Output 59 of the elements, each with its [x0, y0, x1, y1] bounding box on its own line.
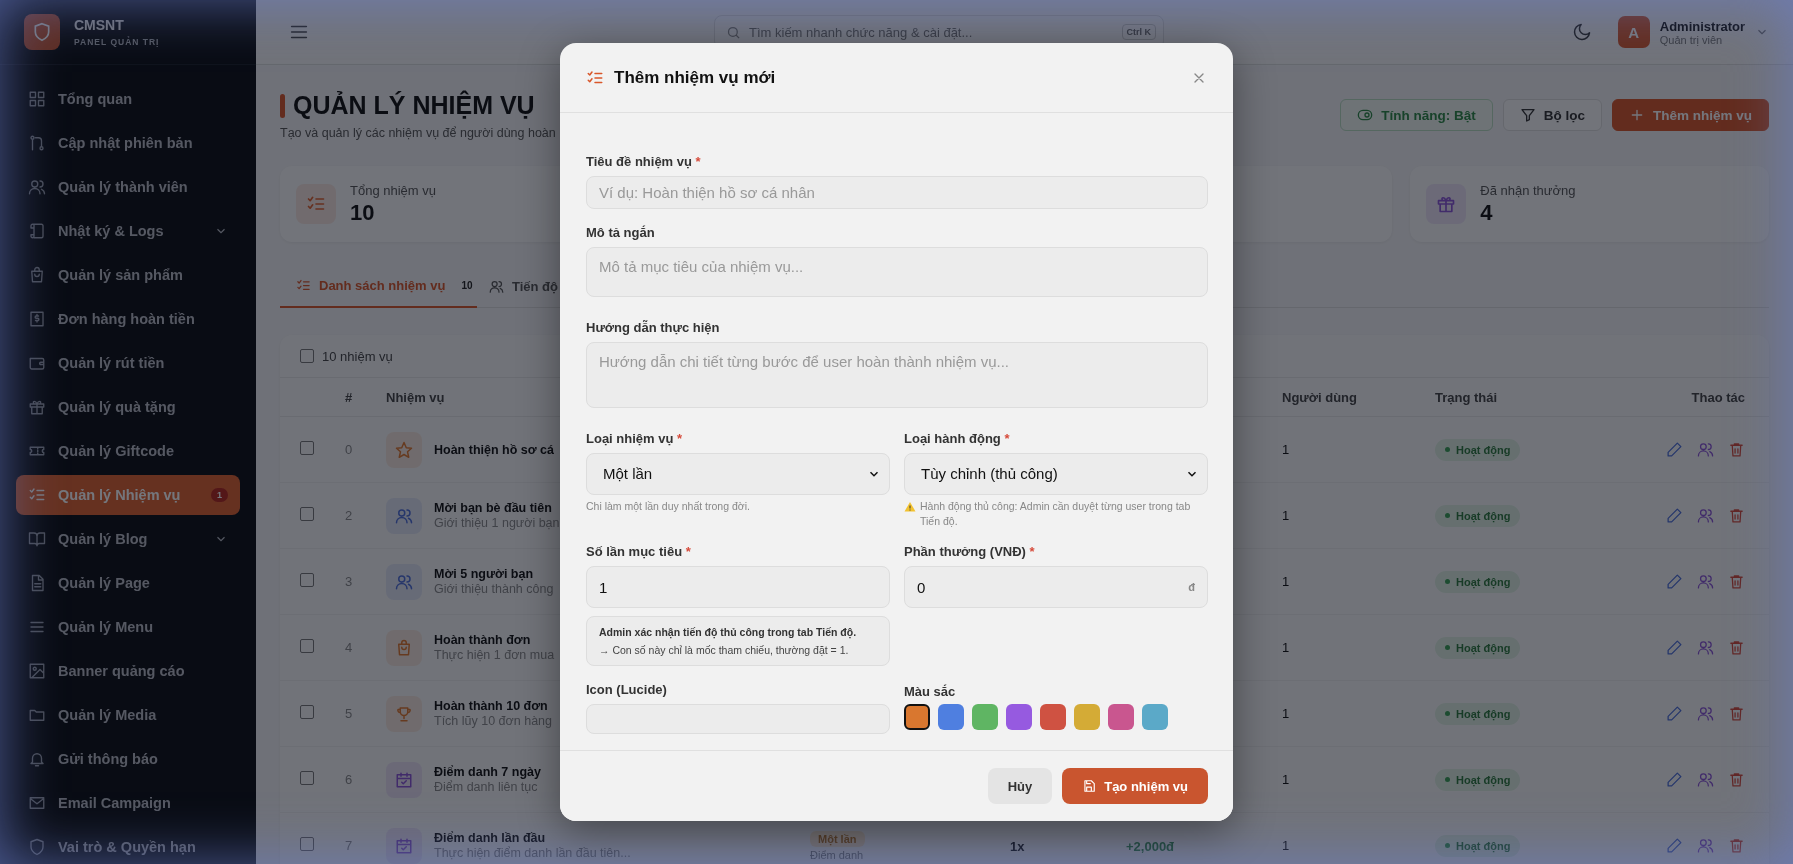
status-badge: Hoạt động — [1435, 702, 1521, 725]
note-title: Admin xác nhận tiến độ thủ công trong tab Tiến độ. — [599, 626, 858, 638]
brand-name: CMSNT — [74, 17, 125, 33]
page-subtitle: Tạo và quản lý các nhiệm vụ để người dùng hoàn — [280, 126, 556, 140]
task-title: Điểm danh 7 ngày — [434, 765, 541, 779]
stat-value: 4 — [1480, 199, 1494, 226]
field-label: Tiêu đề nhiệm vụ * — [586, 154, 702, 169]
page-title: QUẢN LÝ NHIỆM VỤ — [293, 91, 535, 120]
required-mark: * — [677, 430, 683, 446]
required-mark: * — [1029, 544, 1035, 559]
field-label: Hướng dẫn thực hiện — [586, 320, 721, 336]
table-cell-text: 1 — [1282, 508, 1291, 523]
stat-value: 10 — [350, 199, 376, 226]
column-header: Trạng thái — [1435, 389, 1499, 405]
column-header: # — [345, 389, 354, 405]
task-title: Hoàn thành đơn — [434, 633, 532, 647]
field-label: Loại hành động * — [904, 430, 1011, 446]
status-badge: Hoạt động — [1435, 768, 1521, 791]
task-title: Điểm danh lần đầu — [434, 831, 547, 845]
column-header: Thao tác — [1690, 389, 1745, 405]
required-mark: * — [1004, 430, 1010, 446]
status-badge: Hoạt động — [1435, 570, 1521, 593]
table-cell-text: 1 — [1282, 772, 1291, 787]
field-label: Số lần mục tiêu * — [586, 544, 692, 559]
field-label: Icon (Lucide) — [586, 682, 668, 697]
type-badge: Một lần — [810, 830, 865, 847]
task-title: Hoàn thiện hồ sơ cá — [434, 442, 554, 457]
required-mark: * — [695, 154, 701, 169]
status-badge: Hoạt động — [1435, 834, 1521, 857]
user-name: Administrator — [1659, 18, 1745, 34]
table-cell-text: 1 — [1282, 706, 1291, 721]
field-label: Màu sắc — [904, 684, 957, 699]
field-label: Phần thưởng (VNĐ) * — [904, 544, 1036, 559]
selection-count: 10 nhiệm vụ — [322, 348, 393, 364]
table-cell: 1x — [1010, 838, 1025, 854]
reward-amount: +2,000đ — [1126, 838, 1175, 854]
field-label: Loại nhiệm vụ * — [586, 430, 684, 446]
count-badge: 1 — [211, 488, 228, 502]
required-mark: * — [685, 544, 691, 559]
field-hint: Hành động thủ công: Admin cần duyệt từng user trong tab Tiến độ. — [920, 498, 1192, 529]
task-title: Hoàn thành 10 đơn — [434, 699, 549, 713]
table-cell-text: 1 — [1282, 640, 1291, 655]
status-badge: Hoạt động — [1435, 636, 1521, 659]
status-badge: Hoạt động — [1435, 438, 1521, 461]
status-badge: Hoạt động — [1435, 504, 1521, 527]
table-cell-text: 1 — [1282, 838, 1291, 853]
field-label: Mô tả ngắn — [586, 225, 656, 241]
column-header: Người dùng — [1282, 389, 1358, 405]
brand-subtitle: PANEL QUẢN TRỊ — [74, 37, 160, 47]
task-title: Mời bạn bè đầu tiên — [434, 501, 553, 515]
stat-label: Tổng nhiệm vụ — [350, 182, 436, 198]
stat-label: Đã nhận thưởng — [1480, 182, 1576, 198]
table-cell-text: 1 — [1282, 574, 1291, 589]
field-hint: Chi làm một lần duy nhất trong đời. — [586, 498, 751, 514]
note-text: → Con số này chỉ là mốc tham chiếu, thường đặt = 1. — [599, 644, 850, 656]
task-title: Mời 5 người bạn — [434, 567, 535, 581]
modal-title: Thêm nhiệm vụ mới — [614, 67, 776, 88]
column-header: Nhiệm vụ — [386, 389, 446, 405]
table-cell-text: 1 — [1282, 442, 1291, 457]
